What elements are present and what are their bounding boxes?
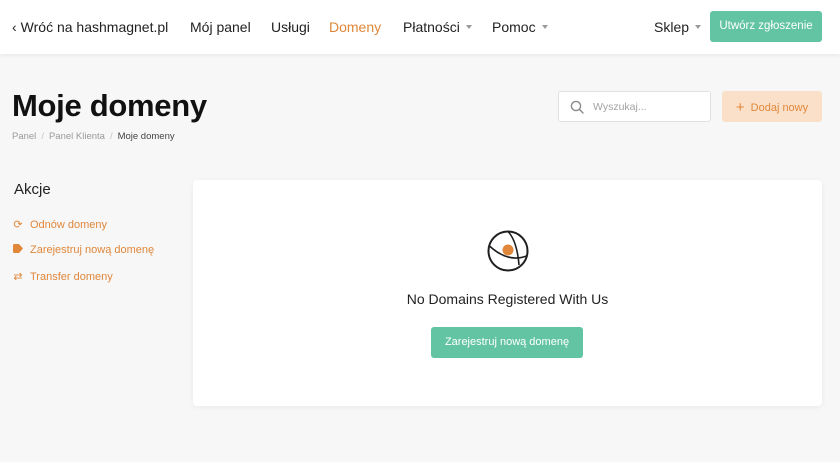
sidebar-item-renew-domains[interactable]: ⟳ Odnów domeny [12,218,107,231]
search-icon [570,100,584,114]
caret-down-icon [541,25,548,30]
domains-card: No Domains Registered With Us Zarejestru… [193,180,822,406]
register-domain-button[interactable]: Zarejestruj nową domenę [431,327,583,358]
caret-down-icon [465,25,472,30]
caret-down-icon [695,25,702,30]
plus-icon: + [735,99,745,116]
nav-item-help[interactable]: Pomoc [492,19,548,35]
search-box [558,91,711,122]
top-navbar: ‹ Wróć na hashmagnet.pl Mój panel Usługi … [0,0,840,54]
sidebar-item-register-domain[interactable]: Zarejestruj nową domenę [12,244,154,256]
chevron-left-icon: ‹ [12,19,17,35]
breadcrumb-panel[interactable]: Panel [12,131,36,142]
globe-icon [487,230,529,272]
create-ticket-button[interactable]: Utwórz zgłoszenie [710,11,822,42]
breadcrumb-client-panel[interactable]: Panel Klienta [49,131,105,142]
refresh-icon: ⟳ [13,219,23,231]
back-to-site-link[interactable]: ‹ Wróć na hashmagnet.pl [12,19,168,35]
page-title: Moje domeny [12,88,207,123]
breadcrumb-separator: / [109,131,113,142]
nav-item-shop[interactable]: Sklep [654,19,702,35]
nav-item-domains[interactable]: Domeny [329,19,381,35]
empty-state-message: No Domains Registered With Us [406,291,609,307]
sidebar-item-transfer-domain[interactable]: ⇄ Transfer domeny [12,270,112,283]
exchange-icon: ⇄ [13,271,23,283]
nav-item-my-panel[interactable]: Mój panel [190,19,251,35]
nav-item-payments[interactable]: Płatności [403,19,472,35]
add-new-button[interactable]: + Dodaj nowy [722,91,822,122]
search-input[interactable] [593,97,705,117]
tag-icon [12,244,24,256]
sidebar-title: Akcje [14,181,51,198]
nav-item-services[interactable]: Usługi [271,19,310,35]
breadcrumb: Panel / Panel Klienta / Moje domeny [12,131,175,142]
breadcrumb-current: Moje domeny [117,131,175,142]
breadcrumb-separator: / [41,131,44,142]
